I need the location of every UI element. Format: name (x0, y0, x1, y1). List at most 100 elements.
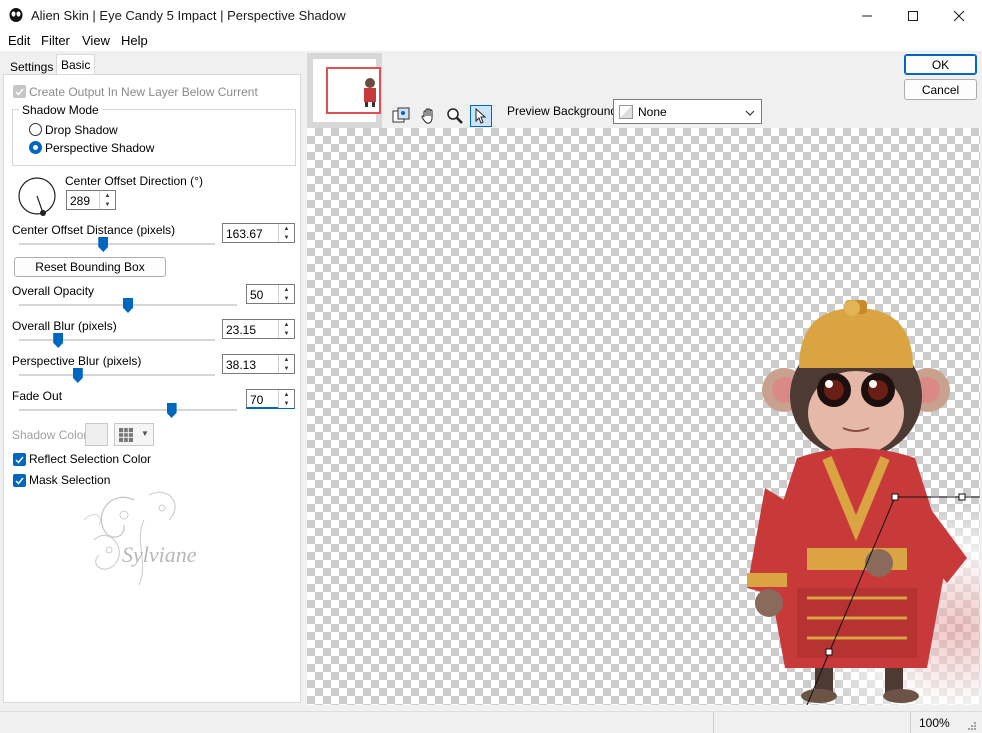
thumbnail-viewport-frame[interactable] (326, 67, 381, 114)
reset-bounding-box-button[interactable]: Reset Bounding Box (14, 257, 166, 277)
hand-tool-button[interactable] (418, 105, 440, 127)
sylviane-watermark: Sylviane (83, 491, 197, 586)
center-offset-distance-slider[interactable] (98, 237, 109, 252)
menu-edit[interactable]: Edit (8, 33, 30, 48)
spinner-arrows[interactable]: ▲ ▼ (278, 224, 294, 242)
tab-basic[interactable]: Basic (56, 54, 96, 75)
alien-skin-icon (9, 8, 23, 22)
center-offset-distance-value: 163.67 (226, 227, 263, 241)
close-icon (953, 10, 965, 21)
chevron-down-icon (745, 110, 755, 116)
reflect-selection-color-label: Reflect Selection Color (29, 452, 152, 466)
arrow-pointer-icon (475, 108, 487, 124)
menu-view[interactable]: View (82, 33, 110, 48)
navigator-thumbnail[interactable] (307, 53, 382, 128)
shadow-color-swatch[interactable] (85, 423, 108, 446)
minimize-icon (862, 15, 872, 16)
create-output-checkbox[interactable] (13, 85, 26, 98)
watermark-text: Sylviane (122, 542, 197, 567)
minimize-button[interactable] (844, 0, 890, 31)
overall-blur-track (19, 339, 215, 341)
drop-shadow-radio[interactable] (29, 123, 42, 136)
checkmark-icon (15, 477, 24, 485)
drop-shadow-label: Drop Shadow (45, 123, 118, 137)
preview-background-value: None (638, 105, 667, 119)
spinner-arrows[interactable]: ▲ ▼ (278, 390, 294, 408)
perspective-handle-top[interactable] (891, 493, 899, 501)
reflect-selection-color-checkbox[interactable] (13, 453, 26, 466)
menu-help[interactable]: Help (121, 33, 148, 48)
perspective-blur-track (19, 374, 215, 376)
status-divider (713, 712, 714, 733)
center-offset-direction-spinner[interactable]: 289 ▲ ▼ (66, 190, 116, 210)
spinner-arrows[interactable]: ▲ ▼ (99, 191, 115, 209)
center-offset-distance-spinner[interactable]: 163.67 ▲ ▼ (222, 223, 295, 243)
shadow-color-label: Shadow Color (12, 428, 88, 442)
overall-blur-slider[interactable] (53, 333, 64, 348)
perspective-shadow-label: Perspective Shadow (45, 141, 155, 155)
cancel-button[interactable]: Cancel (904, 79, 977, 100)
perspective-blur-label: Perspective Blur (pixels) (12, 354, 142, 368)
thumbnail-figure-icon (364, 78, 376, 107)
overall-blur-label: Overall Blur (pixels) (12, 319, 117, 333)
center-offset-direction-label: Center Offset Direction (°) (65, 174, 203, 188)
perspective-handle-bottom[interactable] (825, 648, 833, 656)
select-tool-button[interactable] (470, 105, 492, 127)
create-output-label: Create Output In New Layer Below Current (29, 85, 258, 99)
ok-button[interactable]: OK (904, 54, 977, 75)
basic-tab-content: Create Output In New Layer Below Current… (3, 74, 301, 703)
hand-icon (421, 108, 433, 124)
perspective-shadow-radio[interactable] (29, 141, 42, 154)
center-offset-distance-label: Center Offset Distance (pixels) (12, 223, 176, 237)
spinner-arrows[interactable]: ▲ ▼ (278, 285, 294, 303)
menu-filter[interactable]: Filter (41, 33, 70, 48)
overall-opacity-slider[interactable] (123, 298, 133, 313)
preview-background-dropdown[interactable]: None (613, 99, 762, 124)
fade-out-track (19, 409, 237, 411)
overall-blur-spinner[interactable]: 23.15 ▲ ▼ (222, 319, 295, 339)
mask-selection-checkbox[interactable] (13, 474, 26, 487)
zoom-level: 100% (919, 716, 950, 730)
fade-out-spinner[interactable]: 70 ▲ ▼ (246, 389, 295, 409)
monkey-figure (747, 300, 980, 705)
spinner-arrows[interactable]: ▲ ▼ (278, 320, 294, 338)
checkmark-icon (15, 456, 24, 464)
color-picker-dropdown[interactable]: ▼ (114, 423, 154, 446)
fade-out-value: 70 (250, 393, 264, 407)
overall-opacity-label: Overall Opacity (12, 284, 95, 298)
title-bar: Alien Skin | Eye Candy 5 Impact | Perspe… (0, 0, 982, 31)
overall-opacity-spinner[interactable]: 50 ▲ ▼ (246, 284, 295, 304)
direction-dial[interactable] (17, 176, 57, 216)
center-offset-distance-track (19, 243, 215, 245)
zoom-tool-button[interactable] (444, 105, 466, 127)
preview-toggle-button[interactable] (390, 105, 412, 127)
fade-out-label: Fade Out (12, 389, 63, 403)
perspective-blur-value: 38.13 (226, 358, 257, 372)
maximize-icon (908, 10, 918, 21)
perspective-blur-spinner[interactable]: 38.13 ▲ ▼ (222, 354, 295, 374)
chevron-down-icon: ▼ (141, 429, 149, 438)
checkmark-icon (15, 88, 24, 96)
controls-panel: Settings Basic Create Output In New Laye… (0, 51, 304, 705)
resize-grip-icon[interactable] (967, 721, 977, 731)
perspective-handle-right[interactable] (958, 493, 966, 501)
fade-out-slider[interactable] (166, 403, 177, 418)
grid-icon (119, 428, 133, 442)
center-offset-direction-value: 289 (70, 194, 91, 208)
preview-background-label: Preview Background: (507, 104, 621, 118)
close-button[interactable] (936, 0, 982, 31)
overall-blur-value: 23.15 (226, 323, 257, 337)
shadow-mode-title: Shadow Mode (19, 103, 102, 117)
shadow-mode-group (12, 109, 296, 166)
menu-bar: Edit Filter View Help (0, 31, 982, 51)
overall-opacity-value: 50 (250, 288, 264, 302)
maximize-button[interactable] (890, 0, 936, 31)
preview-canvas[interactable] (307, 128, 980, 705)
status-bar: 100% (0, 711, 982, 733)
magnifier-icon (447, 108, 463, 124)
perspective-blur-slider[interactable] (72, 368, 83, 383)
window-title: Alien Skin | Eye Candy 5 Impact | Perspe… (31, 8, 346, 23)
spinner-arrows[interactable]: ▲ ▼ (278, 355, 294, 373)
preview-toggle-icon (392, 107, 410, 123)
transparent-swatch-icon (619, 105, 633, 119)
